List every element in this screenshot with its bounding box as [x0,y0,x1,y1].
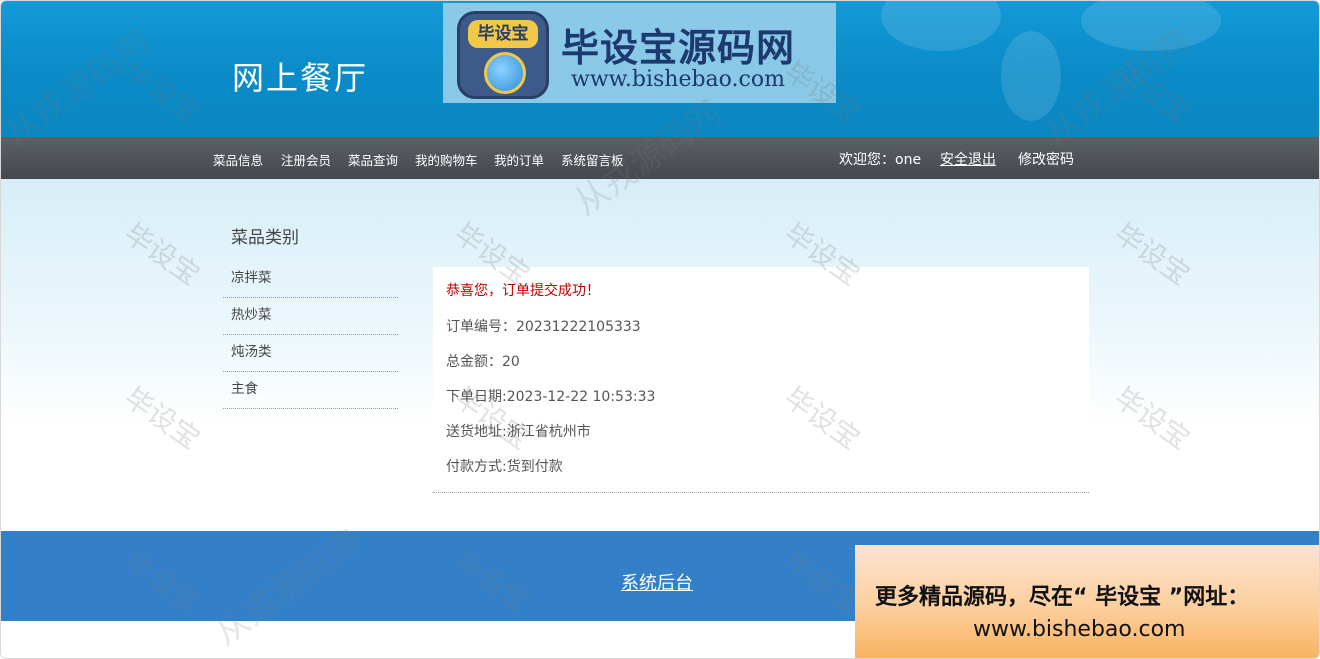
category-title: 菜品类别 [231,228,299,248]
logo-icon: 毕设宝 [457,11,549,99]
nav-item-search[interactable]: 菜品查询 [348,150,398,169]
header-decoration [1001,31,1061,121]
order-total: 总金额：20 [446,354,520,370]
nav-item-orders[interactable]: 我的订单 [494,150,544,169]
nav-item-cart[interactable]: 我的购物车 [415,150,478,169]
nav-item-guestbook[interactable]: 系统留言板 [561,150,624,169]
main-content: 菜品类别 凉拌菜 热炒菜 炖汤类 主食 恭喜您，订单提交成功！ 订单编号：202… [1,179,1319,531]
promo-banner: 更多精品源码，尽在“ 毕设宝 ”网址： www.bishebao.com [855,545,1319,658]
logo-ball-icon [484,52,526,94]
site-header: 网上餐厅 毕设宝 毕设宝源码网 www.bishebao.com [1,1,1319,137]
nav-item-register[interactable]: 注册会员 [281,150,331,169]
admin-link[interactable]: 系统后台 [621,569,693,595]
delivery-address: 送货地址:浙江省杭州市 [446,424,591,440]
header-decoration [1081,1,1221,51]
page-frame: 网上餐厅 毕设宝 毕设宝源码网 www.bishebao.com 菜品信息 注册… [0,0,1320,659]
logout-link[interactable]: 安全退出 [940,149,996,169]
category-item[interactable]: 主食 [223,372,398,409]
category-item[interactable]: 炖汤类 [223,335,398,372]
logo-badge: 毕设宝 [468,20,538,48]
welcome-text: 欢迎您：one [839,152,922,168]
category-item[interactable]: 凉拌菜 [223,261,398,298]
payment-method: 付款方式:货到付款 [446,459,563,475]
header-decoration [881,1,1001,51]
logo-url: www.bishebao.com [571,67,785,92]
change-password-link[interactable]: 修改密码 [1018,149,1074,169]
site-title: 网上餐厅 [232,59,369,97]
category-item[interactable]: 热炒菜 [223,298,398,335]
nav-item-dishes[interactable]: 菜品信息 [213,150,263,169]
success-message: 恭喜您，订单提交成功！ [446,283,600,299]
order-date: 下单日期:2023-12-22 10:53:33 [446,389,656,405]
category-list: 凉拌菜 热炒菜 炖汤类 主食 [223,261,398,409]
promo-text: 更多精品源码，尽在“ 毕设宝 ”网址： [875,585,1250,610]
logo-text: 毕设宝源码网 [561,26,796,70]
promo-url: www.bishebao.com [973,617,1186,642]
logo-banner: 毕设宝 毕设宝源码网 www.bishebao.com [443,3,836,103]
order-result-panel: 恭喜您，订单提交成功！ 订单编号：20231222105333 总金额：20 下… [433,267,1089,493]
main-nav: 菜品信息 注册会员 菜品查询 我的购物车 我的订单 系统留言板 欢迎您：one … [1,137,1319,179]
order-number: 订单编号：20231222105333 [446,319,641,335]
